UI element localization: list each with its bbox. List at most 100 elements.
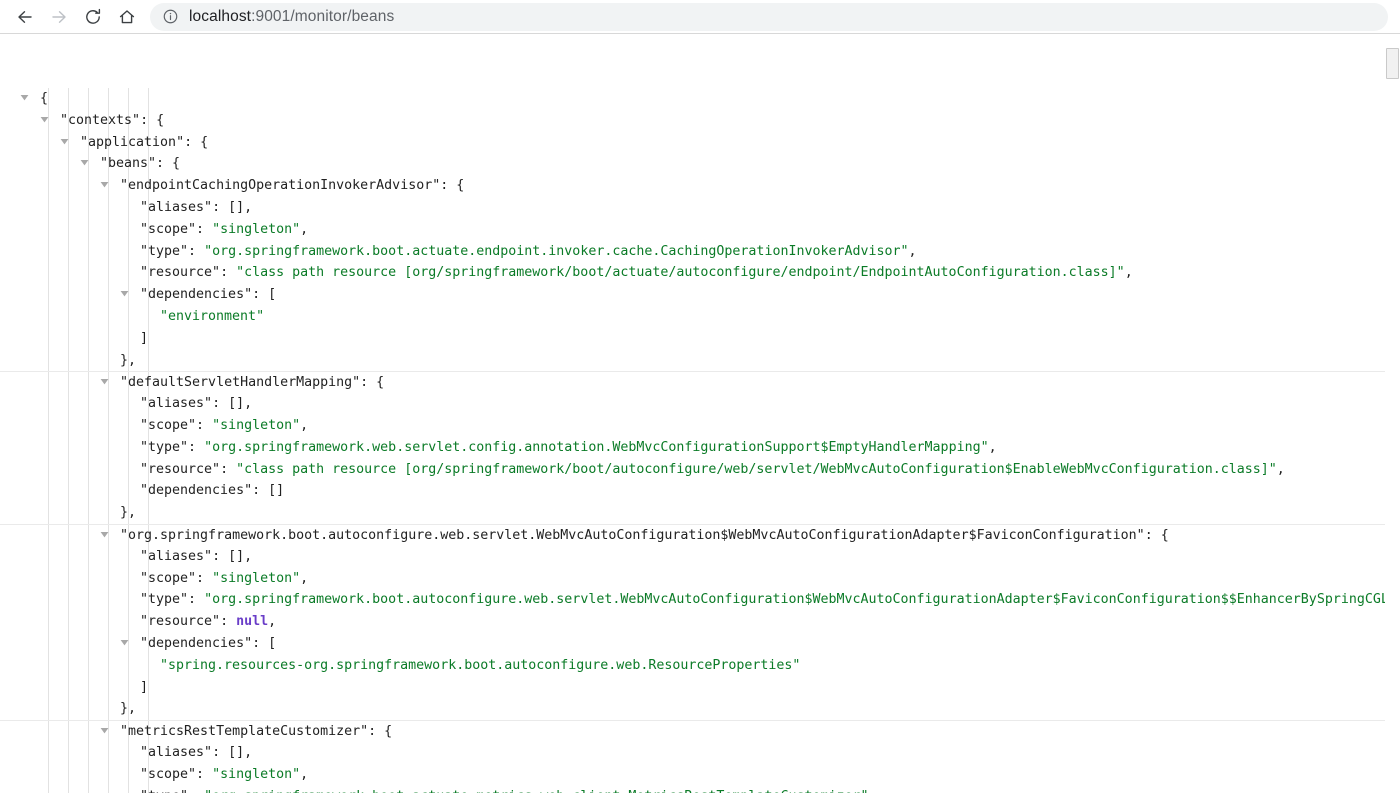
json-line: "scope": "singleton", xyxy=(0,219,1400,241)
json-line-content: "resource": "class path resource [org/sp… xyxy=(140,262,1133,284)
chevron-down-icon[interactable] xyxy=(80,158,89,167)
json-punctuation: : xyxy=(188,439,205,455)
reload-icon xyxy=(83,7,103,27)
json-line-content: "aliases": [], xyxy=(140,742,252,764)
json-line-content: "contexts": { xyxy=(60,110,164,132)
json-line: "type": "org.springframework.boot.actuat… xyxy=(0,786,1400,793)
json-punctuation: { xyxy=(40,91,49,106)
json-line: "aliases": [], xyxy=(0,197,1400,219)
url-path: :9001/monitor/beans xyxy=(251,7,395,25)
json-line-content: }, xyxy=(120,350,136,372)
json-line: }, xyxy=(0,698,1400,720)
chevron-down-icon[interactable] xyxy=(40,115,49,124)
json-punctuation: , xyxy=(268,614,277,630)
json-punctuation: : { xyxy=(140,112,165,128)
back-button[interactable] xyxy=(8,0,42,34)
address-bar[interactable]: localhost:9001/monitor/beans xyxy=(150,2,1388,31)
chevron-down-icon[interactable] xyxy=(120,638,129,647)
json-line-content: "dependencies": [ xyxy=(140,633,276,655)
json-line-content: "aliases": [], xyxy=(140,546,252,568)
home-button[interactable] xyxy=(110,0,144,34)
json-string-value: "spring.resources-org.springframework.bo… xyxy=(160,657,801,673)
json-string-value: "singleton" xyxy=(212,417,301,433)
json-key: "aliases" xyxy=(140,396,213,412)
json-line-content: "aliases": [], xyxy=(140,393,252,415)
json-line: { xyxy=(0,88,1400,110)
json-punctuation: : xyxy=(188,789,204,793)
json-punctuation: , xyxy=(300,221,309,237)
forward-button[interactable] xyxy=(42,0,76,34)
json-line-content: "scope": "singleton", xyxy=(140,219,308,241)
json-key: "scope" xyxy=(140,417,197,433)
json-line-content: "environment" xyxy=(160,306,264,328)
json-key: "application" xyxy=(80,134,185,150)
json-line-content: }, xyxy=(120,502,136,524)
json-punctuation: : xyxy=(188,592,205,608)
address-bar-url: localhost:9001/monitor/beans xyxy=(189,8,394,26)
json-punctuation: ] xyxy=(140,679,149,695)
chevron-down-icon[interactable] xyxy=(100,377,109,386)
json-key: "aliases" xyxy=(140,548,213,564)
page-scroll-thumb[interactable] xyxy=(1386,48,1399,79)
json-punctuation: : xyxy=(196,221,213,237)
json-key: "contexts" xyxy=(60,112,141,128)
json-string-value: "singleton" xyxy=(212,766,301,782)
json-punctuation: : [], xyxy=(212,744,253,760)
info-circle-icon[interactable] xyxy=(162,8,179,25)
json-string-value: "class path resource [org/springframewor… xyxy=(236,461,1277,477)
json-line: "scope": "singleton", xyxy=(0,568,1400,590)
json-punctuation: : { xyxy=(1144,527,1169,543)
json-key: "metricsRestTemplateCustomizer" xyxy=(120,724,369,740)
json-key: "org.springframework.boot.autoconfigure.… xyxy=(120,527,1145,543)
json-punctuation: , xyxy=(908,243,917,259)
json-punctuation: : { xyxy=(368,724,393,740)
json-line: "contexts": { xyxy=(0,110,1400,132)
json-punctuation: : [], xyxy=(212,199,253,215)
json-tree-viewer: {"contexts": {"application": {"beans": {… xyxy=(0,34,1400,793)
chevron-down-icon[interactable] xyxy=(20,93,29,102)
json-line-content: "metricsRestTemplateCustomizer": { xyxy=(120,721,392,743)
json-punctuation: , xyxy=(1276,461,1285,477)
json-punctuation: : xyxy=(196,766,213,782)
json-punctuation: }, xyxy=(120,701,137,717)
json-line: ] xyxy=(0,328,1400,350)
json-string-value: "singleton" xyxy=(212,221,301,237)
json-key: "type" xyxy=(140,439,189,455)
chevron-down-icon[interactable] xyxy=(100,726,109,735)
json-line: "aliases": [], xyxy=(0,546,1400,568)
json-punctuation: : { xyxy=(184,134,209,150)
chevron-down-icon[interactable] xyxy=(60,137,69,146)
chevron-down-icon[interactable] xyxy=(100,180,109,189)
json-key: "aliases" xyxy=(140,199,213,215)
json-line-content: "scope": "singleton", xyxy=(140,415,308,437)
json-line-content: "dependencies": [] xyxy=(140,480,284,502)
chevron-down-icon[interactable] xyxy=(100,530,109,539)
json-line-content: "org.springframework.boot.autoconfigure.… xyxy=(120,525,1169,547)
json-line: "org.springframework.boot.autoconfigure.… xyxy=(0,523,1400,547)
json-key: "scope" xyxy=(140,766,197,782)
json-line: "resource": null, xyxy=(0,611,1400,633)
json-punctuation: }, xyxy=(120,505,137,521)
json-key: "resource" xyxy=(140,614,221,630)
page-scrollbar[interactable] xyxy=(1385,34,1400,793)
json-line-content: "spring.resources-org.springframework.bo… xyxy=(160,655,800,677)
json-punctuation: : [], xyxy=(212,396,253,412)
json-key: "beans" xyxy=(100,156,157,172)
json-punctuation: : { xyxy=(360,375,385,391)
json-line: "endpointCachingOperationInvokerAdvisor"… xyxy=(0,175,1400,197)
json-punctuation: , xyxy=(988,439,997,455)
reload-button[interactable] xyxy=(76,0,110,34)
json-punctuation: : xyxy=(196,417,213,433)
json-line: "metricsRestTemplateCustomizer": { xyxy=(0,720,1400,742)
json-line: "type": "org.springframework.web.servlet… xyxy=(0,437,1400,459)
json-line: "dependencies": [ xyxy=(0,284,1400,306)
json-punctuation: , xyxy=(300,766,309,782)
json-string-value: "class path resource [org/springframewor… xyxy=(236,265,1125,281)
json-string-value: "org.springframework.boot.actuate.endpoi… xyxy=(204,243,909,259)
json-string-value: "org.springframework.boot.actuate.metric… xyxy=(204,789,868,793)
json-key: "scope" xyxy=(140,221,197,237)
chevron-down-icon[interactable] xyxy=(120,289,129,298)
json-line: "application": { xyxy=(0,132,1400,154)
json-line-content: ] xyxy=(140,328,148,350)
json-punctuation: : [ xyxy=(252,287,277,303)
